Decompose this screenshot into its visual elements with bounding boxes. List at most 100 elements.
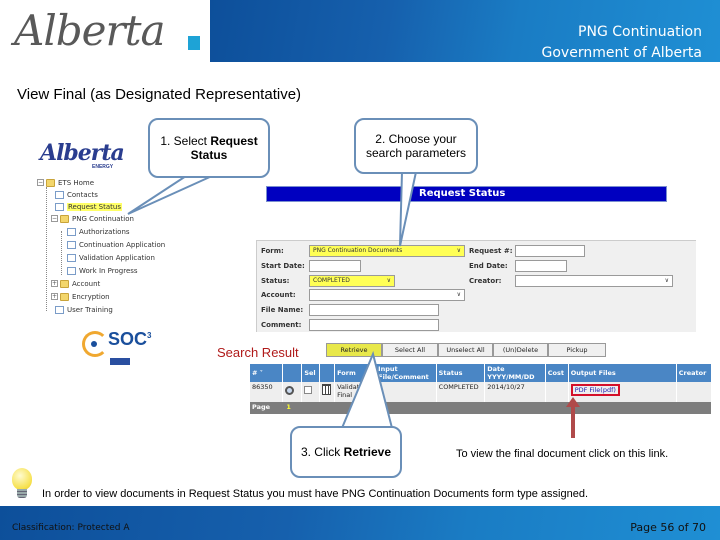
chevron-down-icon: ∨ [456,247,461,254]
status-label: Status: [261,277,290,285]
header: Alberta PNG Continuation Government of A… [0,0,720,62]
tree-item-continuation-application[interactable]: Continuation Application [67,239,165,250]
callout-step-2: 2. Choose your search parameters [354,118,478,174]
magnifier-icon[interactable] [284,386,294,395]
cell-creator [676,382,713,402]
folder-icon [60,214,69,223]
pager-page-1[interactable]: 1 [286,403,291,411]
status-select-value: COMPLETED [313,277,350,284]
form-label: Form: [261,247,284,255]
select-checkbox[interactable] [304,386,313,394]
tree-item-work-in-progress[interactable]: Work In Progress [67,265,138,276]
callout-1-pointer [127,175,213,215]
alberta-energy-logo-subtext: ENERGY [92,164,114,170]
result-toolbar: Retrieve Select All Unselect All (Un)Del… [326,343,606,357]
tree-item-contacts[interactable]: Contacts [55,189,98,200]
results-header-row: # ˅ Sel Form Input File/Comment Status D… [250,364,713,382]
page-icon [67,227,76,236]
bulb-glass [12,468,32,490]
alberta-energy-logo-text: Alberta [40,140,125,166]
callout-3-text: 3. Click [300,445,344,459]
end-date-input[interactable] [515,260,567,272]
trash-icon[interactable] [321,384,331,395]
unselect-all-button[interactable]: Unselect All [438,343,493,357]
collapse-icon[interactable]: − [51,215,58,222]
callout-2-text: 2. Choose your search parameters [365,132,467,160]
tree-item-label: Authorizations [79,227,130,236]
start-date-label: Start Date: [261,262,305,270]
undelete-button[interactable]: (Un)Delete [493,343,548,357]
page-icon [67,240,76,249]
cell-date: 2014/10/27 [484,382,546,402]
footer: Classification: Protected A Page 56 of 7… [0,506,720,540]
tree-item-user-training[interactable]: User Training [55,304,113,315]
page-icon [67,253,76,262]
bulb-base [17,489,27,498]
col-sel: Sel [301,364,320,382]
account-label: Account: [261,291,296,299]
comment-label: Comment: [261,321,302,329]
pager-cell: Page 1 [250,402,712,414]
folder-icon [60,292,69,301]
cell-delete [319,382,336,402]
col-status: Status [436,364,486,382]
start-date-input[interactable] [309,260,361,272]
expand-icon[interactable]: + [51,280,58,287]
tree-item-encryption[interactable]: + Encryption [51,291,110,302]
chevron-down-icon: ∨ [456,291,461,298]
account-select[interactable]: ∨ [309,289,465,301]
tree-item-request-status[interactable]: Request Status [55,201,122,212]
col-id[interactable]: # ˅ [250,364,283,382]
status-select[interactable]: COMPLETED ∨ [309,275,395,287]
creator-label: Creator: [469,277,502,285]
soc-dot-icon [91,341,97,347]
logo-square-icon [188,36,200,50]
creator-select[interactable]: ∨ [515,275,673,287]
select-all-button[interactable]: Select All [382,343,438,357]
tree-item-ets-home[interactable]: − ETS Home [37,177,94,188]
tree-item-authorizations[interactable]: Authorizations [67,226,130,237]
retrieve-button[interactable]: Retrieve [326,343,382,357]
chevron-down-icon: ∨ [386,277,391,284]
link-note: To view the final document click on this… [456,448,669,460]
comment-input[interactable] [309,319,439,331]
request-number-input[interactable] [515,245,585,257]
chevron-down-icon: ∨ [664,277,669,284]
soc-superscript: 3 [147,331,152,340]
expand-icon[interactable]: + [51,293,58,300]
collapse-icon[interactable]: − [37,179,44,186]
end-date-label: End Date: [469,262,508,270]
tree-item-label: Continuation Application [79,240,166,249]
callout-1-text: 1. Select [160,134,211,148]
tree-connector [46,187,47,311]
tree-item-label: User Training [67,305,113,314]
col-view [282,364,303,382]
col-cost: Cost [545,364,569,382]
header-title-line2: Government of Alberta [541,45,703,61]
cell-cost [545,382,569,402]
cell-view [282,382,303,402]
col-input-file: Input File/Comment [375,364,437,382]
pickup-button[interactable]: Pickup [548,343,606,357]
cell-input-file [375,382,437,402]
soc3-logo: SOC3 [80,325,170,367]
tree-item-validation-application[interactable]: Validation Application [67,252,155,263]
tree-item-account[interactable]: + Account [51,278,100,289]
table-row: 86350 Validation Final COMPLETED 2014/10… [250,382,713,402]
form-select[interactable]: PNG Continuation Documents ∨ [309,245,465,257]
header-title: PNG Continuation Government of Alberta [542,22,703,64]
cell-output-files: PDF File(pdf) [568,382,677,402]
file-name-label: File Name: [261,306,304,314]
pdf-file-link[interactable]: PDF File(pdf) [570,384,620,396]
lightbulb-icon [8,468,38,502]
col-creator: Creator [676,364,713,382]
cell-form: Validation Final [334,382,377,402]
folder-icon [46,178,55,187]
folder-icon [60,279,69,288]
page-icon [55,190,64,199]
callout-3-bold: Retrieve [343,445,392,459]
file-name-input[interactable] [309,304,439,316]
classification-label: Classification: Protected A [12,523,130,533]
alberta-logo: Alberta [10,4,210,60]
tree-item-png-continuation[interactable]: − PNG Continuation [51,213,134,224]
